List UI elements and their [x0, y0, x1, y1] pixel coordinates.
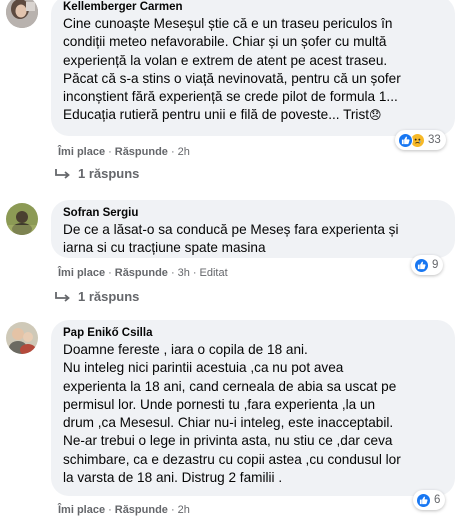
timestamp[interactable]: 2h	[178, 146, 190, 158]
comment-bubble: Kellemberger Carmen Cine cunoaște Meseșu…	[51, 0, 455, 136]
comment-text: Doamne fereste , iara o copila de 18 ani…	[63, 342, 401, 486]
comment-author[interactable]: Pap Enikő Csilla	[63, 326, 443, 341]
reactions-summary[interactable]: 9	[411, 255, 444, 275]
reply-button[interactable]: Răspunde	[115, 146, 168, 158]
comment-actions: Îmi place · Răspunde · 2h	[58, 146, 190, 158]
reactions-summary[interactable]: 6	[413, 490, 446, 510]
comment-actions: Îmi place · Răspunde · 2h	[58, 504, 190, 516]
sad-face-emoji-icon: 😞	[369, 108, 382, 123]
separator: ·	[170, 146, 175, 158]
like-button[interactable]: Îmi place	[58, 504, 105, 516]
reactions-count: 33	[428, 134, 441, 146]
like-reaction-icon	[398, 132, 413, 148]
like-button[interactable]: Îmi place	[58, 146, 105, 158]
view-replies-link[interactable]: 1 răspuns	[54, 166, 139, 181]
comment-item: Kellemberger Carmen Cine cunoaște Meseșu…	[6, 0, 466, 190]
separator: ·	[170, 504, 175, 516]
like-reaction-icon	[414, 257, 429, 273]
comment-body: Cine cunoaște Meseșul știe că e un trase…	[63, 16, 401, 123]
comment-text: Cine cunoaște Meseșul știe că e un trase…	[63, 15, 443, 125]
reply-button[interactable]: Răspunde	[115, 504, 168, 516]
separator: ·	[192, 267, 197, 279]
separator: ·	[170, 267, 175, 279]
comment-item: Pap Enikő Csilla Doamne fereste , iara o…	[6, 318, 466, 521]
timestamp[interactable]: 2h	[178, 504, 190, 516]
reactions-count: 6	[434, 494, 441, 506]
separator: ·	[108, 146, 112, 158]
avatar-image	[6, 0, 38, 28]
reactions-count: 9	[432, 259, 439, 271]
replies-count-label: 1 răspuns	[78, 289, 140, 304]
separator: ·	[108, 504, 112, 516]
view-replies-link[interactable]: 1 răspuns	[54, 289, 139, 304]
replies-count-label: 1 răspuns	[78, 166, 140, 181]
avatar-image	[6, 203, 38, 235]
separator: ·	[108, 267, 112, 279]
reply-arrow-icon	[55, 291, 70, 302]
reply-button[interactable]: Răspunde	[115, 267, 168, 279]
comment-actions: Îmi place · Răspunde · 3h · Editat	[58, 267, 228, 279]
comment-item: Sofran Sergiu De ce a lăsat-o sa conducă…	[6, 195, 466, 315]
avatar[interactable]	[6, 203, 38, 235]
comment-bubble: Sofran Sergiu De ce a lăsat-o sa conducă…	[51, 200, 455, 258]
edited-label[interactable]: Editat	[200, 267, 228, 279]
comment-bubble: Pap Enikő Csilla Doamne fereste , iara o…	[51, 320, 455, 496]
comment-author[interactable]: Sofran Sergiu	[63, 206, 443, 221]
comment-author[interactable]: Kellemberger Carmen	[63, 0, 443, 15]
like-reaction-icon	[416, 492, 431, 508]
timestamp[interactable]: 3h	[178, 267, 190, 279]
avatar[interactable]	[6, 0, 38, 28]
avatar[interactable]	[6, 322, 38, 354]
avatar-image	[6, 322, 38, 354]
reply-arrow-icon	[55, 168, 70, 179]
comment-text: De ce a lăsat-o sa conducă pe Meseș fara…	[63, 222, 399, 256]
like-button[interactable]: Îmi place	[58, 267, 105, 279]
reactions-summary[interactable]: 33	[395, 130, 446, 150]
